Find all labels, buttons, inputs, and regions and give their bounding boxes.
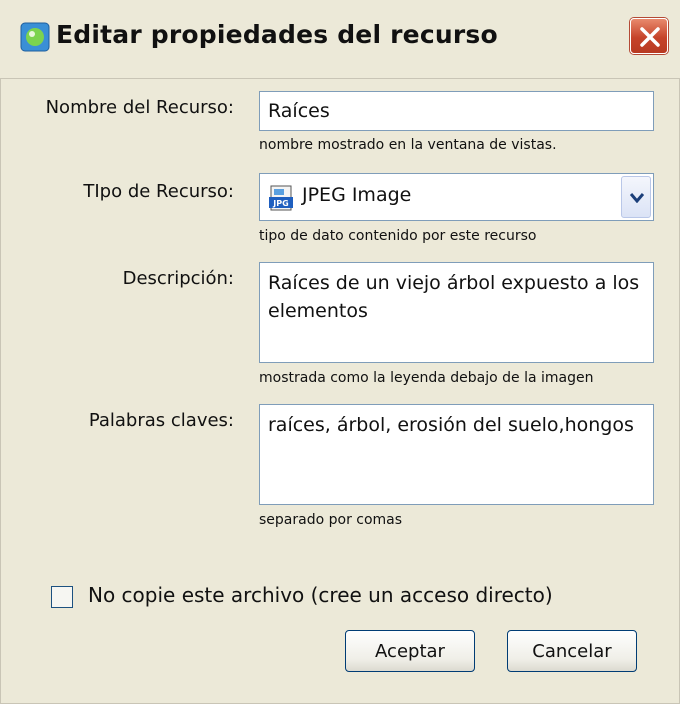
type-select[interactable]: JPG JPEG Image (259, 173, 654, 221)
no-copy-label[interactable]: No copie este archivo (cree un acceso di… (88, 583, 553, 607)
close-button[interactable] (630, 18, 668, 54)
type-label: TIpo de Recurso: (83, 181, 234, 202)
keywords-label: Palabras claves: (88, 410, 234, 431)
app-icon (20, 22, 50, 52)
svg-text:JPG: JPG (272, 199, 288, 208)
type-select-value: JPEG Image (302, 184, 412, 206)
keywords-textarea[interactable]: raíces, árbol, erosión del suelo,hongos (259, 404, 654, 505)
type-hint: tipo de dato contenido por este recurso (259, 228, 537, 244)
accept-button[interactable]: Aceptar (345, 630, 475, 672)
dialog-window: Editar propiedades del recurso Nombre de… (0, 0, 680, 704)
window-title: Editar propiedades del recurso (56, 20, 498, 49)
name-hint: nombre mostrado en la ventana de vistas. (259, 137, 557, 153)
name-label: Nombre del Recurso: (45, 97, 234, 118)
keywords-hint: separado por comas (259, 512, 403, 528)
description-label: Descripción: (122, 268, 234, 289)
name-input[interactable]: Raíces (259, 91, 654, 131)
chevron-down-icon (630, 193, 644, 203)
cancel-button[interactable]: Cancelar (507, 630, 637, 672)
dialog-body (0, 78, 680, 704)
dropdown-arrow-button[interactable] (621, 176, 651, 218)
jpeg-file-icon: JPG (268, 185, 294, 211)
no-copy-checkbox[interactable] (51, 586, 73, 608)
description-hint: mostrada como la leyenda debajo de la im… (259, 370, 594, 386)
close-icon (640, 27, 660, 47)
description-textarea[interactable]: Raíces de un viejo árbol expuesto a los … (259, 262, 654, 363)
title-bar[interactable]: Editar propiedades del recurso (0, 0, 680, 79)
